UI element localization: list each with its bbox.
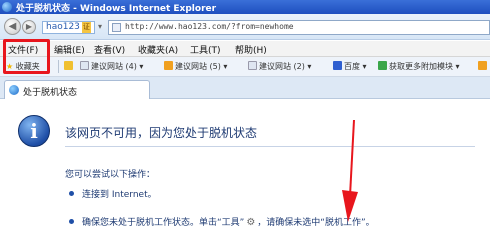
suggested-sites-icon [80,61,89,70]
divider [65,146,475,147]
menu-tools[interactable]: 工具(T) [190,43,221,56]
menu-bar: 文件(F) 编辑(E) 查看(V) 收藏夹(A) 工具(T) 帮助(H) [0,41,490,57]
gear-icon: ⚙ [246,217,256,228]
red-arrow-icon [342,119,358,222]
bullet-icon [69,219,74,224]
file-menu-highlight [3,39,50,74]
bing-icon [164,61,173,70]
tab-offline[interactable]: 处于脱机状态 [4,80,150,99]
url-text: http://www.hao123.com/?from=newhome [125,22,294,31]
tab-strip: 处于脱机状态 [0,77,490,99]
back-button[interactable]: ◀ [4,18,21,35]
ie-page-icon [9,85,19,95]
title-bar: 处于脱机状态 - Windows Internet Explorer [0,0,490,14]
list-item-text-start: 确保您未处于脱机工作状态。单击“工具” [82,218,245,228]
separator [58,60,59,73]
forward-button[interactable]: ▶ [22,20,36,34]
addons-icon [378,61,387,70]
address-toolbar: ◀ ▶ hao123 证 ▾ http://www.hao123.com/?fro… [0,14,490,40]
window-title: 处于脱机状态 - Windows Internet Explorer [16,4,217,14]
page-icon [112,23,121,32]
dropdown-arrow-icon[interactable]: ▾ [98,22,102,31]
menu-favorites[interactable]: 收藏夹(A) [138,43,178,56]
hao123-button[interactable]: hao123 证 [42,21,95,34]
favorites-bar: ★ 收藏夹 建议网站 (4) ▾ 建议网站 (5) ▾ 建议网站 (2) ▾ 百… [0,57,490,77]
baidu-link[interactable]: 百度 ▾ [333,61,367,72]
suggested-sites-icon [248,61,257,70]
ie-logo-icon [2,2,12,12]
menu-view[interactable]: 查看(V) [94,43,125,56]
bullet-icon [69,191,74,196]
page-title: 该网页不可用，因为您处于脱机状态 [65,126,258,140]
bing-icon[interactable] [478,61,489,71]
tab-label: 处于脱机状态 [23,88,78,98]
menu-help[interactable]: 帮助(H) [235,43,267,56]
address-field[interactable]: http://www.hao123.com/?from=newhome [108,20,490,35]
list-item: 连接到 Internet。 [82,190,157,200]
menu-edit[interactable]: 编辑(E) [54,43,85,56]
add-favorite-icon[interactable] [64,61,75,71]
suggested-sites-3[interactable]: 建议网站 (2) ▾ [248,61,311,72]
baidu-icon [333,61,342,70]
hao123-label: hao123 [46,22,80,32]
get-addons-link[interactable]: 获取更多附加模块 ▾ [378,61,460,72]
page-content: i 该网页不可用，因为您处于脱机状态 您可以尝试以下操作： 连接到 Intern… [0,99,490,243]
suggested-sites-2[interactable]: 建议网站 (5) ▾ [164,61,227,72]
suggested-sites-1[interactable]: 建议网站 (4) ▾ [80,61,143,72]
info-icon: i [18,115,50,147]
verified-badge: 证 [81,22,91,33]
suggestions-heading: 您可以尝试以下操作： [65,170,156,180]
